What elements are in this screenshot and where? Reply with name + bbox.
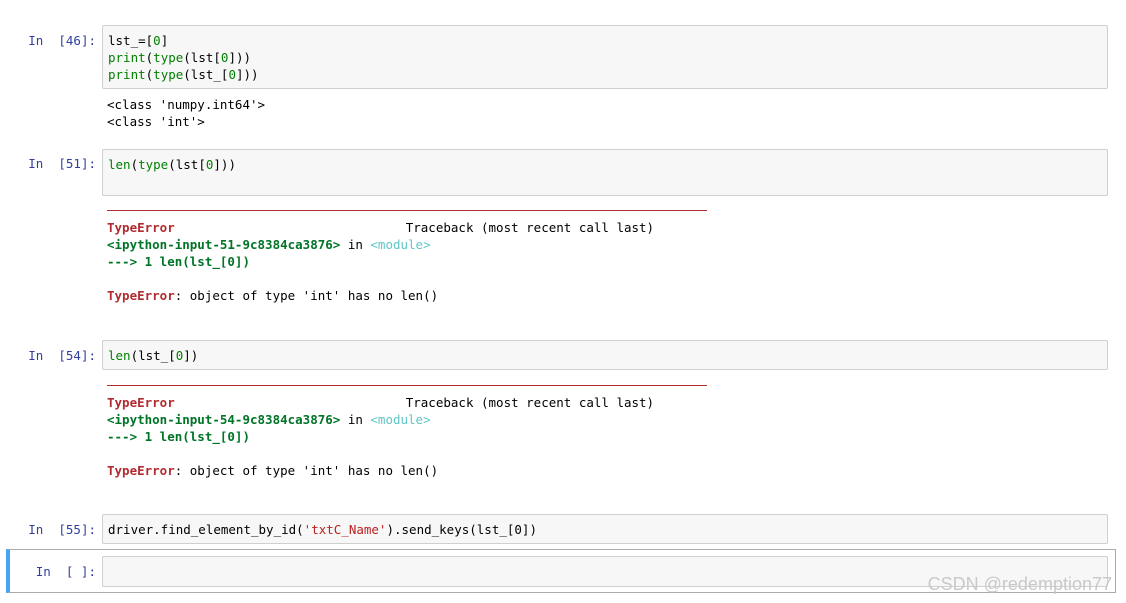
cell-prompt: In [54]:: [28, 348, 96, 363]
code-input[interactable]: len(lst_[0]): [102, 340, 1108, 370]
code-segment: driver.find_element_by_id(: [108, 522, 304, 537]
code-line: len(lst_[0]): [108, 348, 199, 363]
cell-prompt: In [55]:: [28, 522, 96, 537]
traceback-output: TypeError Traceback (most recent call las…: [107, 394, 654, 479]
input-ref: <ipython-input-51-9c8384ca3876>: [107, 237, 341, 252]
error-name: TypeError: [107, 463, 175, 478]
error-message: : object of type 'int' has no len(): [174, 463, 439, 478]
cell-output: <class 'numpy.int64'> <class 'int'>: [107, 96, 265, 130]
module-text: <module>: [370, 237, 431, 252]
error-message: : object of type 'int' has no len(): [174, 288, 439, 303]
module-text: <module>: [370, 412, 431, 427]
error-name: TypeError: [107, 288, 175, 303]
input-ref: <ipython-input-54-9c8384ca3876>: [107, 412, 341, 427]
arrow-line: ---> 1 len(lst_[0]): [107, 429, 250, 444]
cell-prompt: In [ ]:: [35, 564, 96, 579]
cell-prompt: In [51]:: [28, 156, 96, 171]
traceback-output: TypeError Traceback (most recent call las…: [107, 219, 654, 304]
traceback-label: Traceback (most recent call last): [405, 220, 655, 235]
code-input[interactable]: len(type(lst[0])): [102, 149, 1108, 196]
code-line: len(type(lst[0])): [108, 157, 236, 172]
code-segment: ).send_keys(lst_[0]): [386, 522, 537, 537]
code-line: lst_=[0]: [108, 33, 169, 48]
code-line: print(type(lst[0])): [108, 50, 252, 65]
code-input[interactable]: lst_=[0] print(type(lst[0])) print(type(…: [102, 25, 1108, 89]
code-string: 'txtC_Name': [303, 522, 387, 537]
code-line: driver.find_element_by_id('txtC_Name').s…: [108, 522, 537, 537]
code-input[interactable]: driver.find_element_by_id('txtC_Name').s…: [102, 514, 1108, 544]
in-text: in: [340, 412, 371, 427]
watermark: CSDN @redemption77: [927, 574, 1112, 594]
output-line: <class 'numpy.int64'>: [107, 97, 266, 112]
traceback-divider: [107, 385, 707, 386]
error-name: TypeError: [107, 395, 175, 410]
traceback-divider: [107, 210, 707, 211]
error-name: TypeError: [107, 220, 175, 235]
cell-prompt: In [46]:: [28, 33, 96, 48]
code-line: print(type(lst_[0])): [108, 67, 259, 82]
in-text: in: [340, 237, 371, 252]
arrow-line: ---> 1 len(lst_[0]): [107, 254, 250, 269]
traceback-label: Traceback (most recent call last): [405, 395, 655, 410]
output-line: <class 'int'>: [107, 114, 205, 129]
